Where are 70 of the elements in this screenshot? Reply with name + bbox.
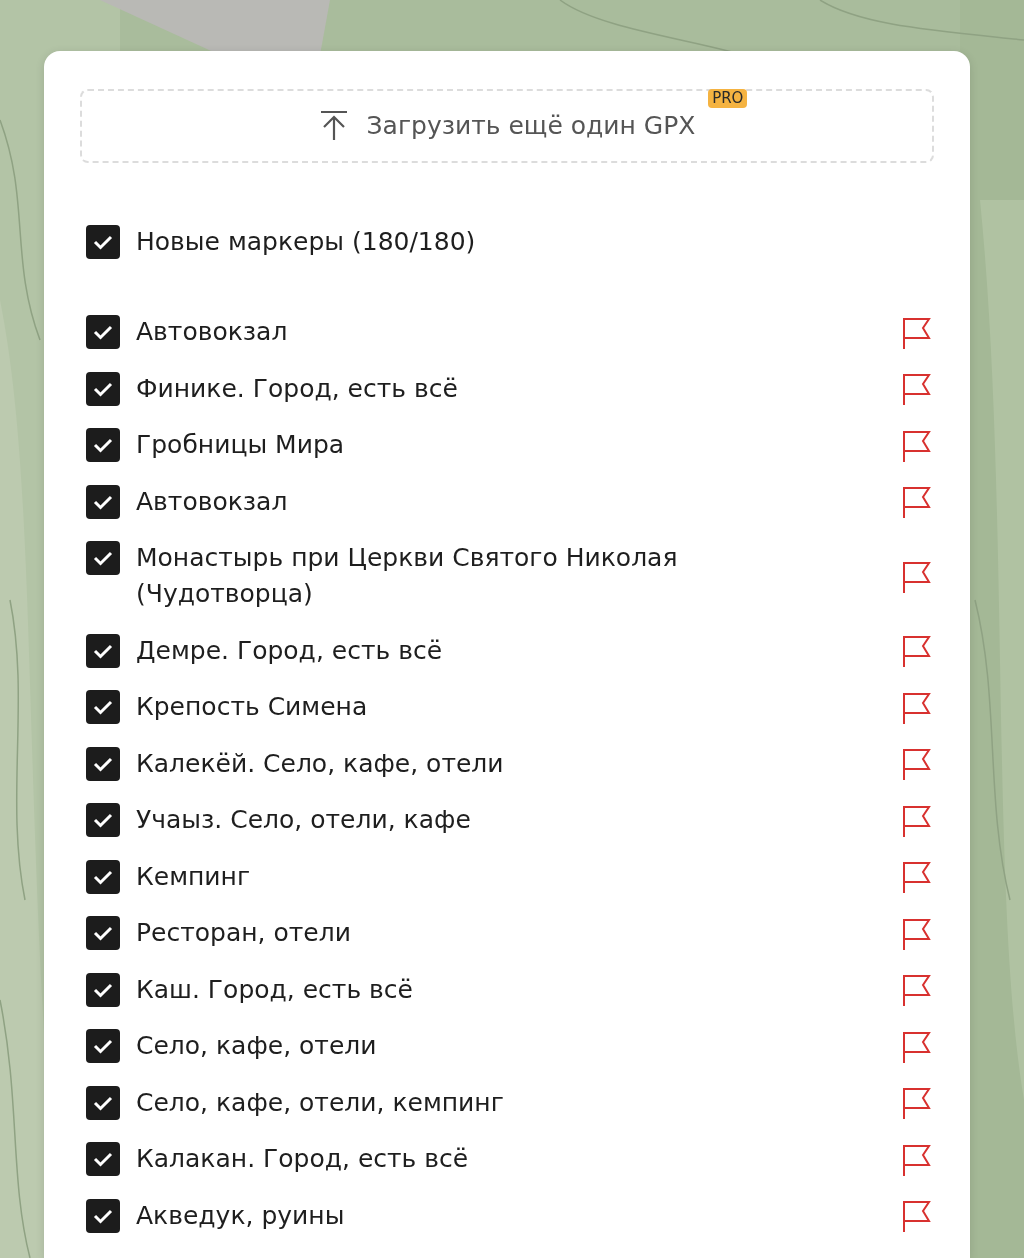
marker-label: Село, кафе, отели [136, 1030, 377, 1062]
flag-icon[interactable] [902, 1142, 932, 1177]
check-icon [93, 1038, 113, 1054]
marker-label: Учаыз. Село, отели, кафе [136, 804, 471, 836]
check-icon [93, 1094, 113, 1111]
check-icon [93, 981, 113, 998]
flag-icon[interactable] [902, 372, 932, 406]
check-icon [93, 550, 113, 566]
marker-label: Село, кафе, отели, кемпинг [136, 1086, 504, 1119]
flag-icon[interactable] [902, 916, 932, 951]
marker-label: Монастырь при Церкви Святого Николая (Чудотворца) [136, 542, 679, 610]
checkbox[interactable] [86, 371, 120, 406]
checkbox[interactable] [86, 916, 120, 950]
checkbox[interactable] [86, 690, 120, 724]
checkbox[interactable] [86, 803, 120, 837]
marker-label: Крепость Симена [136, 691, 368, 723]
check-icon [93, 437, 113, 453]
check-icon [93, 1151, 113, 1167]
flag-icon[interactable] [902, 973, 932, 1007]
check-icon [93, 493, 113, 510]
checkbox[interactable] [86, 633, 120, 668]
check-icon [93, 755, 113, 772]
flag-icon[interactable] [902, 690, 932, 725]
upload-button[interactable]: Загрузить ещё один GPX PRO [80, 89, 934, 163]
checkbox[interactable] [86, 972, 120, 1007]
pro-badge: PRO [708, 89, 748, 109]
flag-icon[interactable] [902, 1086, 932, 1120]
checkbox[interactable] [86, 541, 120, 575]
checkbox[interactable] [86, 1085, 120, 1120]
marker-label: Кемпинг [136, 860, 251, 893]
marker-label: Автовокзал [136, 485, 288, 518]
flag-icon[interactable] [902, 634, 932, 668]
checkbox[interactable] [86, 225, 120, 259]
marker-label: Автовокзал [136, 316, 288, 348]
check-icon [93, 868, 113, 885]
check-icon [93, 380, 113, 397]
marker-label: Калекёй. Село, кафе, отели [136, 747, 504, 780]
checkbox[interactable] [86, 1142, 120, 1176]
marker-label: Каш. Город, есть всё [136, 973, 413, 1006]
check-icon [93, 812, 113, 828]
check-icon [93, 1207, 113, 1224]
check-icon [93, 324, 113, 340]
marker-label: Калакан. Город, есть всё [136, 1143, 469, 1175]
check-icon [93, 925, 113, 941]
checkbox[interactable] [86, 428, 120, 462]
marker-label: Гробницы Мира [136, 429, 345, 461]
group-label: Новые маркеры (180/180) [136, 226, 476, 258]
flag-icon[interactable] [902, 1029, 932, 1064]
flag-icon[interactable] [902, 860, 932, 894]
marker-label: Финике. Город, есть всё [136, 372, 458, 405]
checkbox[interactable] [86, 315, 120, 349]
checkbox[interactable] [86, 746, 120, 781]
upload-icon [318, 110, 349, 142]
flag-icon[interactable] [902, 428, 932, 463]
checkbox[interactable] [86, 484, 120, 519]
marker-label: Ресторан, отели [136, 917, 351, 949]
checkbox[interactable] [86, 859, 120, 894]
flag-icon[interactable] [902, 485, 932, 519]
check-icon [93, 699, 113, 715]
marker-label: Акведук, руины [136, 1199, 345, 1232]
flag-icon[interactable] [902, 315, 932, 350]
flag-icon[interactable] [902, 803, 932, 838]
check-icon [93, 642, 113, 659]
flag-icon[interactable] [902, 559, 932, 594]
marker-label: Демре. Город, есть всё [136, 634, 443, 667]
flag-icon[interactable] [902, 1199, 932, 1233]
check-icon [93, 234, 113, 250]
checkbox[interactable] [86, 1198, 120, 1233]
checkbox[interactable] [86, 1029, 120, 1063]
flag-icon[interactable] [902, 747, 932, 781]
